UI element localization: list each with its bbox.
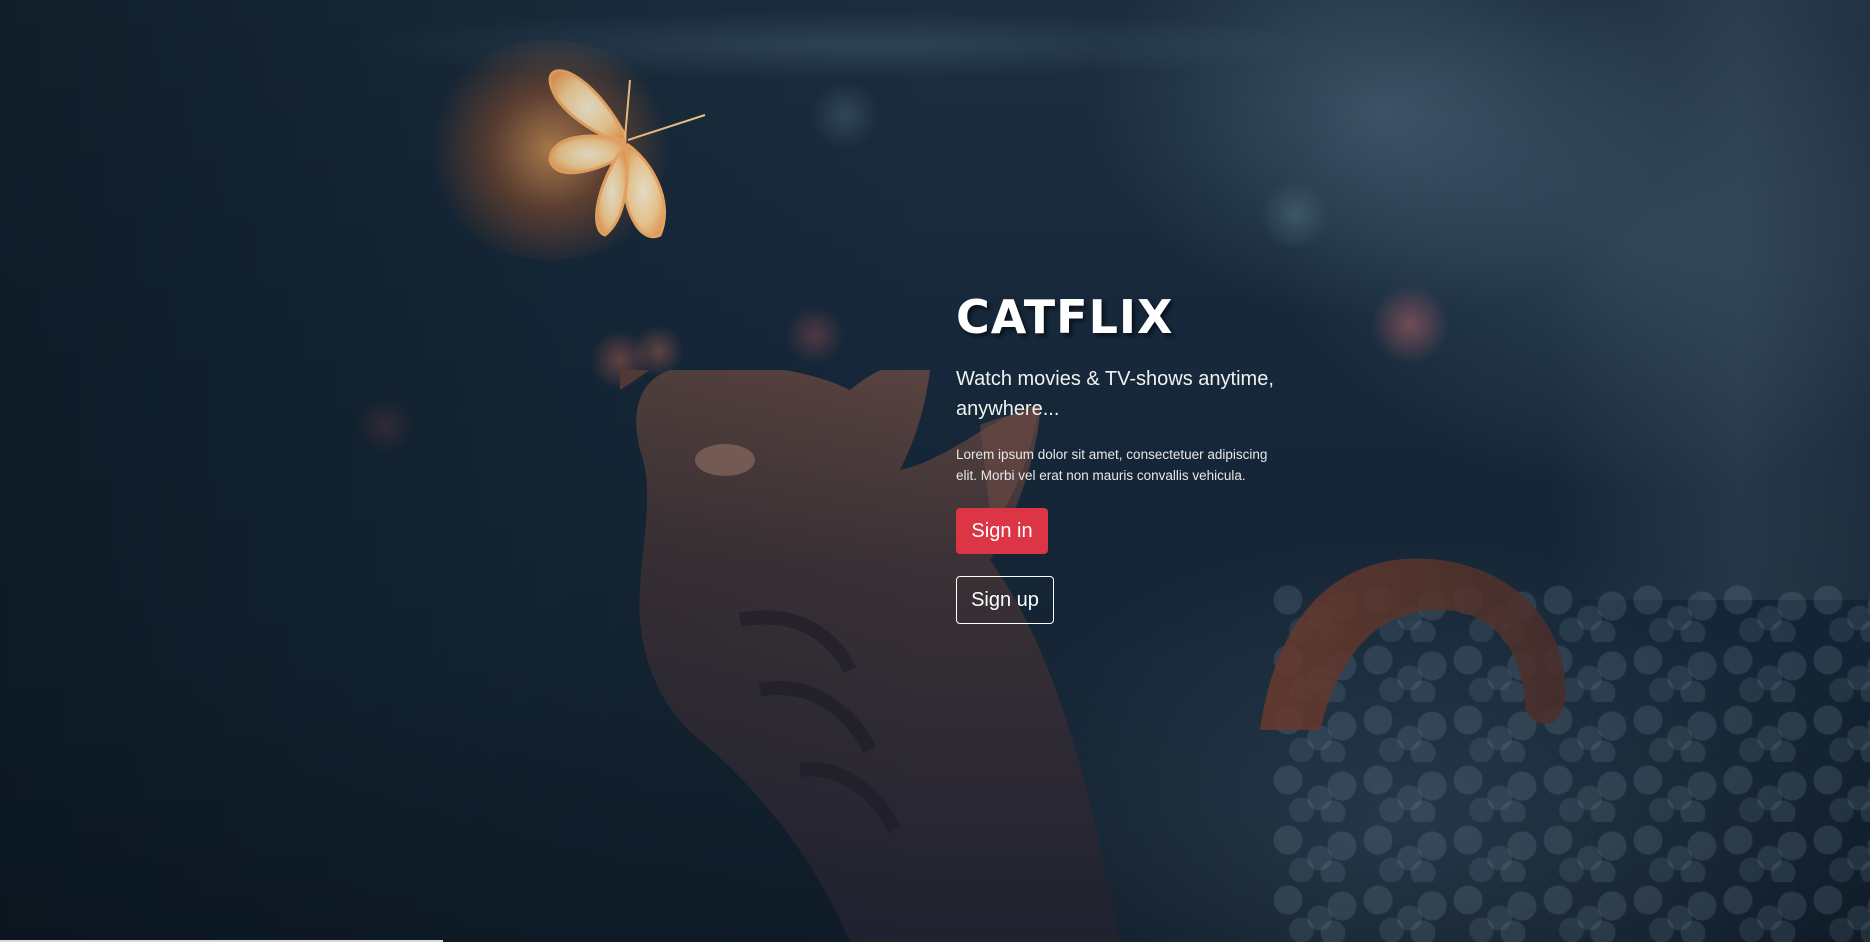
brand-title: CATFLIX bbox=[956, 290, 1174, 344]
sign-in-button[interactable]: Sign in bbox=[956, 508, 1048, 554]
hero-tagline: Watch movies & TV-shows anytime, anywher… bbox=[956, 368, 1274, 420]
hero-content: CATFLIX Watch movies & TV-shows anytime,… bbox=[956, 292, 1296, 624]
hero-description: Lorem ipsum dolor sit amet, consectetuer… bbox=[956, 447, 1268, 483]
sign-up-button[interactable]: Sign up bbox=[956, 576, 1054, 624]
vignette-overlay bbox=[0, 0, 1870, 942]
hero-section: CATFLIX Watch movies & TV-shows anytime,… bbox=[0, 0, 1870, 942]
